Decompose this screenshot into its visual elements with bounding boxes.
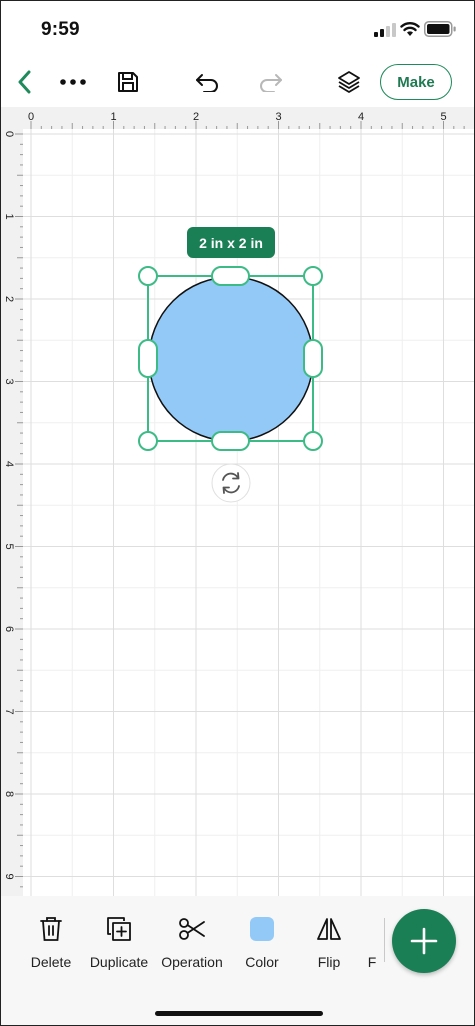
delete-button[interactable]: Delete bbox=[27, 914, 75, 970]
top-toolbar: Make bbox=[1, 57, 474, 107]
ruler-y-label: 5 bbox=[3, 544, 15, 550]
truncated-tool-label: F bbox=[367, 954, 377, 970]
scissors-icon bbox=[179, 918, 205, 940]
size-badge: 2 in x 2 in bbox=[187, 227, 275, 258]
ruler-y-label: 0 bbox=[3, 131, 15, 137]
ruler-y-label: 1 bbox=[3, 214, 15, 220]
design-canvas[interactable]: 0 1 2 3 4 5 0 1 2 3 4 5 6 7 8 9 2 in x 2 in bbox=[1, 107, 474, 896]
ruler-y-label: 9 bbox=[3, 874, 15, 880]
redo-button[interactable] bbox=[255, 67, 287, 97]
edge-handle-left[interactable] bbox=[138, 339, 158, 378]
save-icon bbox=[118, 72, 138, 92]
status-time: 9:59 bbox=[41, 19, 80, 40]
more-options-button[interactable] bbox=[55, 67, 91, 97]
edge-handle-top[interactable] bbox=[211, 266, 250, 286]
back-button[interactable] bbox=[9, 65, 39, 99]
more-dots-icon bbox=[60, 79, 86, 85]
cellular-signal-icon bbox=[374, 23, 396, 37]
plus-icon bbox=[410, 927, 438, 955]
corner-handle-top-right[interactable] bbox=[303, 266, 323, 286]
operation-label: Operation bbox=[161, 954, 223, 970]
edge-handle-right[interactable] bbox=[303, 339, 323, 378]
ruler-x-label: 1 bbox=[111, 111, 117, 123]
duplicate-label: Duplicate bbox=[89, 954, 149, 970]
redo-icon bbox=[260, 74, 282, 92]
corner-handle-bottom-left[interactable] bbox=[138, 431, 158, 451]
ruler-y-label: 2 bbox=[3, 296, 15, 302]
duplicate-icon bbox=[107, 917, 131, 941]
chevron-left-icon bbox=[18, 70, 31, 94]
duplicate-button[interactable]: Duplicate bbox=[87, 914, 151, 970]
add-button[interactable] bbox=[392, 909, 456, 973]
bottom-toolbar: Delete Duplicate Operation Color Flip F bbox=[1, 896, 474, 1025]
wifi-icon bbox=[400, 22, 420, 36]
ruler-vertical bbox=[1, 107, 23, 896]
ruler-y-label: 3 bbox=[3, 379, 15, 385]
ruler-y-label: 4 bbox=[3, 461, 15, 467]
undo-button[interactable] bbox=[191, 67, 223, 97]
ruler-y-label: 6 bbox=[3, 626, 15, 632]
ruler-x-label: 2 bbox=[193, 111, 199, 123]
corner-handle-top-left[interactable] bbox=[138, 266, 158, 286]
color-label: Color bbox=[245, 954, 279, 970]
truncated-tool-button[interactable]: F bbox=[365, 914, 379, 970]
canvas-grid[interactable]: 0 1 2 3 4 5 0 1 2 3 4 5 6 7 8 9 2 in x 2 in bbox=[1, 107, 474, 896]
status-bar: 9:59 bbox=[1, 1, 474, 57]
flip-button[interactable]: Flip bbox=[309, 914, 349, 970]
trash-icon bbox=[40, 917, 62, 941]
app-screen: 9:59 Make 0 1 2 3 4 5 0 1 2 3 4 5 6 7 8 … bbox=[0, 0, 475, 1026]
ruler-x-label: 4 bbox=[358, 111, 364, 123]
edge-handle-bottom[interactable] bbox=[211, 431, 250, 451]
layers-button[interactable] bbox=[333, 66, 365, 98]
battery-icon bbox=[424, 21, 456, 37]
color-button[interactable]: Color bbox=[239, 914, 285, 970]
layers-icon bbox=[338, 71, 360, 93]
toolbar-divider bbox=[384, 918, 385, 962]
corner-handle-bottom-right[interactable] bbox=[303, 431, 323, 451]
undo-icon bbox=[196, 74, 218, 92]
ruler-y-label: 7 bbox=[3, 709, 15, 715]
ruler-x-label: 3 bbox=[276, 111, 282, 123]
delete-label: Delete bbox=[30, 954, 72, 970]
flip-label: Flip bbox=[317, 954, 341, 970]
circle-shape[interactable] bbox=[148, 276, 314, 442]
ruler-x-label: 0 bbox=[28, 111, 34, 123]
flip-icon bbox=[317, 918, 341, 940]
size-badge-text: 2 in x 2 in bbox=[199, 235, 263, 251]
make-button[interactable]: Make bbox=[380, 64, 452, 100]
home-indicator bbox=[155, 1011, 323, 1016]
ruler-x-label: 5 bbox=[441, 111, 447, 123]
color-swatch-icon bbox=[250, 917, 274, 941]
rotate-handle[interactable] bbox=[211, 463, 251, 503]
save-button[interactable] bbox=[113, 67, 143, 97]
ruler-y-label: 8 bbox=[3, 791, 15, 797]
operation-button[interactable]: Operation bbox=[158, 914, 226, 970]
